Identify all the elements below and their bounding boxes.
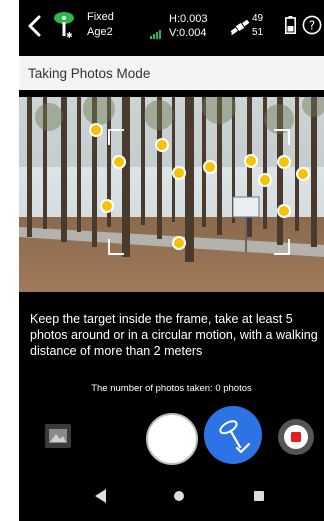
satellite-count-used: 49 bbox=[252, 13, 264, 24]
photo-count-text: The number of photos taken: 0 photos bbox=[91, 383, 252, 394]
record-stop-icon[interactable] bbox=[277, 418, 315, 456]
survey-pole-target-icon bbox=[219, 420, 251, 454]
svg-text:?: ? bbox=[309, 19, 315, 33]
satellite-icon bbox=[230, 19, 250, 36]
signal-strength-icon bbox=[150, 30, 161, 39]
gallery-icon[interactable] bbox=[45, 424, 71, 448]
satellite-count-total: 51 bbox=[252, 27, 264, 38]
phone-screen: ✱ Fixed Age2 H:0.003 V:0.004 49 51 ? Tak… bbox=[19, 0, 324, 521]
page-title: Taking Photos Mode bbox=[28, 66, 151, 81]
vertical-precision: V:0.004 bbox=[169, 27, 207, 39]
battery-icon bbox=[285, 16, 296, 34]
nav-back-icon[interactable] bbox=[95, 489, 107, 503]
fix-age: Age2 bbox=[87, 26, 113, 38]
horizontal-precision: H:0.003 bbox=[169, 13, 208, 25]
instruction-text: Keep the target inside the frame, take a… bbox=[30, 312, 318, 358]
nav-recent-apps-icon[interactable] bbox=[254, 491, 264, 501]
camera-preview bbox=[19, 97, 324, 292]
svg-text:✱: ✱ bbox=[66, 31, 73, 40]
fix-status: Fixed bbox=[87, 11, 114, 23]
status-bar: ✱ Fixed Age2 H:0.003 V:0.004 49 51 ? bbox=[19, 0, 324, 54]
nav-home-icon[interactable] bbox=[174, 491, 184, 501]
help-icon[interactable]: ? bbox=[302, 15, 322, 35]
survey-target-button[interactable] bbox=[204, 406, 262, 464]
mode-title-bar: Taking Photos Mode bbox=[19, 56, 324, 90]
gnss-receiver-icon: ✱ bbox=[54, 12, 74, 40]
back-arrow-icon[interactable] bbox=[27, 14, 43, 38]
camera-scene bbox=[19, 97, 324, 292]
shutter-button[interactable] bbox=[146, 413, 198, 465]
